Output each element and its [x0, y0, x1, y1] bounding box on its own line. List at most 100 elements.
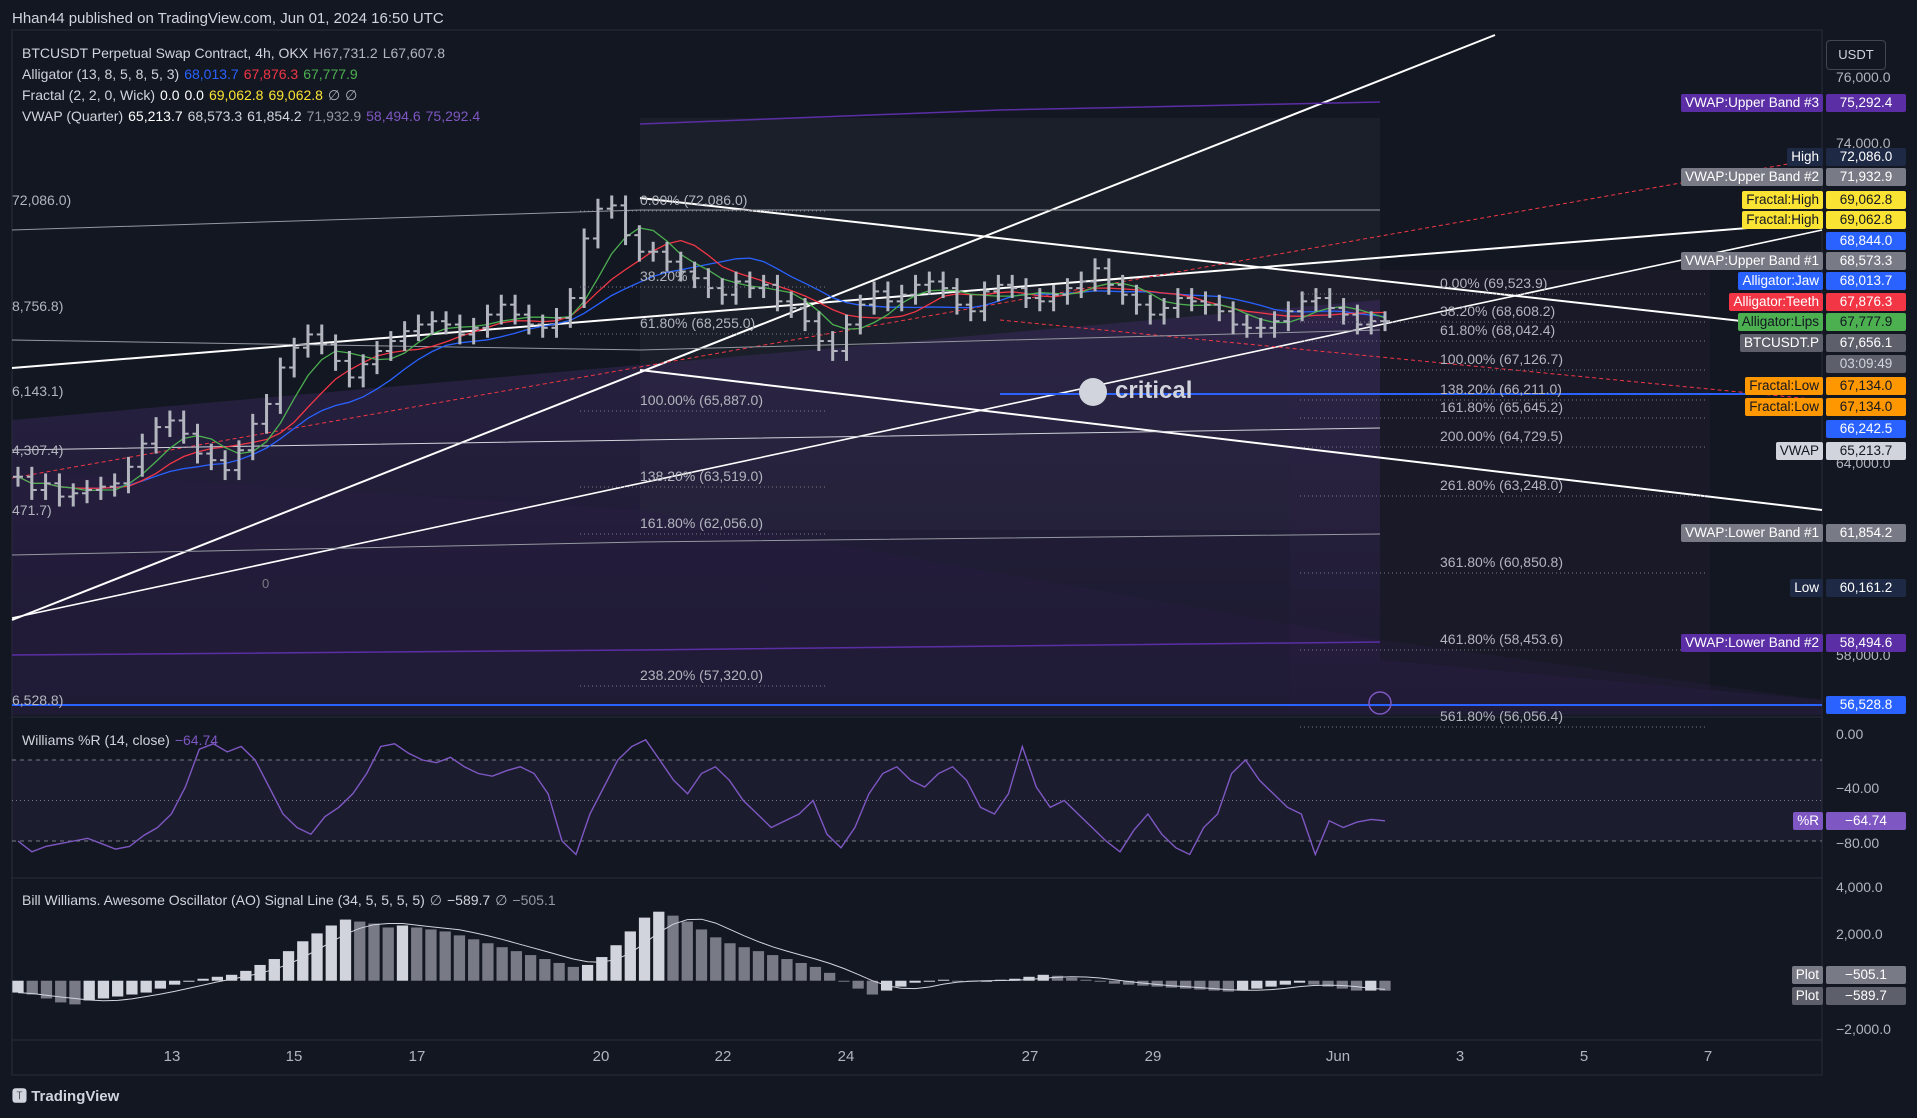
price-tag-value: 69,062.8: [1826, 211, 1906, 229]
high-value: 67,731.2: [323, 45, 378, 61]
ao-bar: [211, 976, 223, 981]
wr-axis-label: −80.00: [1836, 835, 1879, 851]
vwap-name: VWAP (Quarter): [22, 108, 124, 124]
price-tag-label: Alligator:Lips: [1737, 313, 1823, 331]
price-tag-value: 71,932.9: [1826, 168, 1906, 186]
ao-bar: [695, 929, 708, 981]
ao-bar: [1066, 977, 1078, 981]
ao-tag-value: −505.1: [1826, 966, 1906, 984]
ao-bar: [895, 980, 907, 987]
ao-bar: [710, 937, 722, 981]
ao-bar: [653, 911, 665, 981]
price-chart[interactable]: 0.00% (72,086.0) 38.20% (61.80% (68,255.0…: [0, 0, 1917, 1118]
fib-left-label: 138.20% (63,519.0): [640, 468, 763, 484]
ao-bar: [923, 980, 935, 982]
ao-bar: [539, 959, 551, 981]
ao-value-2: −505.1: [512, 892, 556, 908]
fractal-value-2: 0.0: [184, 87, 204, 103]
ao-bar: [838, 980, 850, 982]
fib-left-label: 100.00% (65,887.0): [640, 392, 763, 408]
price-tag-label: Alligator:Teeth: [1729, 293, 1823, 311]
ao-bar: [738, 947, 750, 981]
price-tag-label: BTCUSDT.P: [1739, 334, 1823, 352]
price-tag-value: 67,134.0: [1826, 377, 1906, 395]
ao-bar: [168, 980, 181, 985]
ao-bar: [439, 931, 451, 981]
ao-bar: [496, 947, 508, 981]
fractal-value-1: 0.0: [160, 87, 180, 103]
vwap-value-1: 65,213.7: [128, 108, 183, 124]
vwap-legend[interactable]: VWAP (Quarter) 65,213.7 68,573.3 61,854.2 71…: [22, 108, 485, 124]
ao-bar: [97, 980, 110, 999]
ao-bar: [1336, 980, 1348, 989]
price-tag-label: VWAP:Lower Band #2: [1681, 634, 1823, 652]
left-edge-label: 6,143.1): [12, 383, 63, 399]
ao-bar: [382, 927, 394, 981]
price-tag-label: Fractal:High: [1742, 191, 1823, 209]
ao-bar: [553, 962, 565, 981]
low-label: L: [382, 45, 391, 61]
ao-bar: [1051, 975, 1064, 981]
williams-legend[interactable]: Williams %R (14, close) −64.74: [22, 732, 223, 748]
left-edge-label: 4,307.4): [12, 442, 63, 458]
price-tag-value: 68,013.7: [1826, 272, 1906, 290]
tradingview-logo[interactable]: 🆃 TradingView: [12, 1085, 119, 1106]
wr-tag-label: %R: [1793, 812, 1823, 830]
fib-left-label: 0.00% (72,086.0): [640, 192, 747, 208]
ao-bar: [154, 980, 167, 989]
vwap-value-4: 71,932.9: [306, 108, 362, 124]
fib-left-label: 238.20% (57,320.0): [640, 667, 763, 683]
fib-left-label: 38.20% (: [640, 268, 696, 284]
ao-tag-value: −589.7: [1826, 987, 1906, 1005]
fib-right-label: 100.00% (67,126.7): [1440, 351, 1563, 367]
vwap-value-3: 61,854.2: [247, 108, 302, 124]
vwap-value-2: 68,573.3: [187, 108, 243, 124]
time-axis-label: 27: [1022, 1048, 1039, 1065]
ao-bar: [112, 980, 124, 997]
ao-bar: [581, 964, 594, 981]
ao-bar: [638, 917, 651, 981]
ao-bar: [26, 980, 38, 995]
fib-right-label: 38.20% (68,608.2): [1440, 303, 1555, 319]
fractal-legend[interactable]: Fractal (2, 2, 0, Wick) 0.0 0.0 69,062.8 69,…: [22, 87, 362, 104]
price-tag-value: 67,656.1: [1826, 334, 1906, 352]
wr-axis-label: −40.00: [1836, 780, 1879, 796]
time-axis-label: 20: [593, 1048, 610, 1065]
time-axis-label: 13: [164, 1048, 181, 1065]
price-tag-label: VWAP:Upper Band #2: [1681, 168, 1823, 186]
ao-bar: [297, 941, 309, 981]
price-tag-value: 67,134.0: [1826, 398, 1906, 416]
price-tag-label: VWAP:Upper Band #1: [1681, 252, 1823, 270]
tv-logo-icon: 🆃: [12, 1088, 28, 1105]
ao-bar: [610, 945, 622, 981]
ao-bar: [1350, 980, 1363, 991]
alligator-jaw-value: 68,013.7: [184, 66, 239, 82]
williams-r-pane: 0.00 −40.00 −80.00: [12, 726, 1879, 857]
alligator-name: Alligator (13, 8, 5, 8, 5, 3): [22, 66, 180, 82]
price-tag-value: 72,086.0: [1826, 148, 1906, 166]
left-edge-label: 6,528.8): [12, 692, 63, 708]
price-tag-value: 03:09:49: [1826, 355, 1906, 373]
fib-right-label: 138.20% (66,211.0): [1440, 381, 1562, 397]
price-tag-label: VWAP:Upper Band #3: [1681, 94, 1823, 112]
ao-bar: [311, 933, 323, 981]
alligator-legend[interactable]: Alligator (13, 8, 5, 8, 5, 3) 68,013.7 67,…: [22, 66, 363, 82]
time-axis-label: 5: [1580, 1048, 1588, 1065]
price-tag-value: 67,777.9: [1826, 313, 1906, 331]
ao-axis-label: −2,000.0: [1836, 1021, 1891, 1037]
ao-bar: [1251, 980, 1263, 989]
watermark-text: critical: [1115, 377, 1192, 404]
fib-right-label: 261.80% (63,248.0): [1440, 477, 1563, 493]
ao-bar: [781, 959, 793, 981]
symbol-legend[interactable]: BTCUSDT Perpetual Swap Contract, 4h, OKX…: [22, 45, 450, 61]
ao-bar: [1308, 980, 1320, 985]
ao-legend[interactable]: Bill Williams. Awesome Oscillator (AO) S…: [22, 892, 561, 909]
price-tag-label: VWAP:Lower Band #1: [1681, 524, 1823, 542]
williams-value: −64.74: [174, 732, 219, 748]
ao-value-1: −589.7: [446, 892, 491, 908]
currency-button[interactable]: USDT: [1826, 40, 1886, 70]
time-axis-label: 17: [409, 1048, 426, 1065]
ao-bar: [1279, 980, 1291, 985]
wr-tag-value: −64.74: [1826, 812, 1906, 830]
ao-bar: [681, 921, 693, 981]
